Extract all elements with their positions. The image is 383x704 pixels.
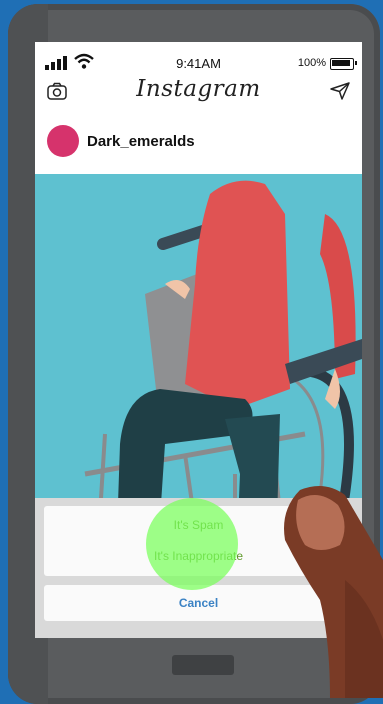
app-logo: Instagram	[136, 76, 261, 102]
send-icon[interactable]	[330, 82, 350, 100]
battery-icon	[330, 58, 357, 70]
tap-highlight	[146, 498, 238, 590]
post-username[interactable]: Dark_emeralds	[87, 133, 195, 150]
app-header: Instagram	[35, 72, 362, 111]
cancel-button[interactable]: Cancel	[44, 585, 353, 621]
battery-percent: 100%	[297, 57, 326, 69]
status-bar: 9:41AM 100%	[35, 42, 362, 72]
post-header: Dark_emeralds	[35, 110, 362, 174]
home-button[interactable]	[172, 655, 234, 675]
avatar[interactable]	[47, 125, 79, 157]
